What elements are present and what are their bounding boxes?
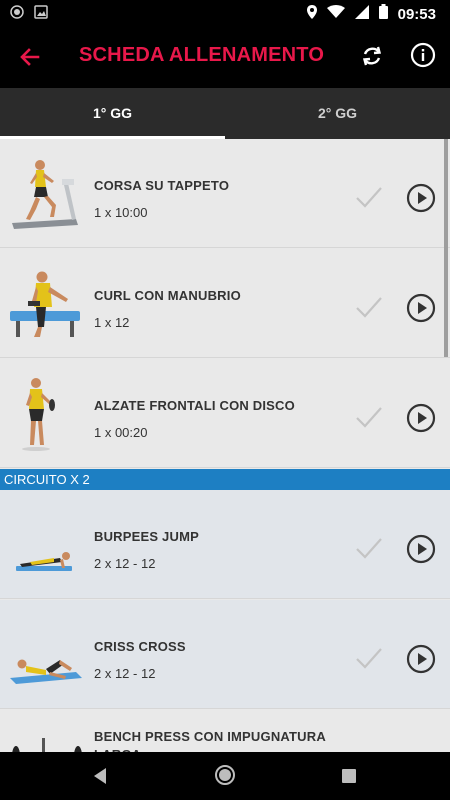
- check-icon[interactable]: [355, 646, 383, 670]
- criss-cross-illustration-icon: [6, 614, 86, 694]
- app-bar: SCHEDA ALLENAMENTO: [0, 26, 450, 88]
- exercise-row[interactable]: BURPEES JUMP 2 x 12 - 12: [0, 490, 450, 599]
- exercise-row[interactable]: BENCH PRESS CON IMPUGNATURA LARGA: [0, 710, 450, 752]
- exercise-row[interactable]: ALZATE FRONTALI CON DISCO 1 x 00:20: [0, 359, 450, 468]
- signal-icon: [354, 4, 369, 24]
- play-icon[interactable]: [406, 644, 436, 674]
- play-icon[interactable]: [406, 293, 436, 323]
- day-tabs: 1° GG 2° GG: [0, 88, 450, 139]
- exercise-sets: 2 x 12 - 12: [94, 556, 156, 571]
- check-icon[interactable]: [355, 405, 383, 429]
- page-title: SCHEDA ALLENAMENTO: [79, 44, 325, 66]
- tab-day-2[interactable]: 2° GG: [225, 88, 450, 139]
- bench-press-illustration-icon: [6, 724, 86, 752]
- status-bar: 09:53: [0, 0, 450, 26]
- exercise-name: CURL CON MANUBRIO: [94, 288, 241, 303]
- exercise-row[interactable]: CORSA SU TAPPETO 1 x 10:00: [0, 139, 450, 248]
- exercise-sets: 1 x 00:20: [94, 425, 148, 440]
- nav-home-icon[interactable]: [214, 764, 236, 791]
- burpee-illustration-icon: [6, 504, 86, 584]
- exercise-name: BENCH PRESS CON IMPUGNATURA LARGA: [94, 729, 326, 752]
- nav-recent-apps-icon[interactable]: [342, 769, 356, 788]
- refresh-icon[interactable]: [358, 42, 386, 70]
- dumbbell-curl-illustration-icon: [6, 263, 86, 343]
- exercise-name: CORSA SU TAPPETO: [94, 178, 230, 193]
- info-icon[interactable]: [410, 42, 436, 68]
- play-icon[interactable]: [406, 534, 436, 564]
- nav-back-icon[interactable]: [92, 767, 108, 790]
- exercise-sets: 2 x 12 - 12: [94, 666, 156, 681]
- exercise-list[interactable]: CORSA SU TAPPETO 1 x 10:00 CURL CON MANU…: [0, 139, 450, 752]
- exercise-name: BURPEES JUMP: [94, 529, 199, 544]
- location-icon: [306, 4, 317, 24]
- check-icon[interactable]: [355, 536, 383, 560]
- check-icon[interactable]: [355, 185, 383, 209]
- plate-front-raise-illustration-icon: [6, 373, 86, 453]
- exercise-name: ALZATE FRONTALI CON DISCO: [94, 398, 295, 413]
- system-nav-bar: [0, 752, 450, 800]
- image-notification-icon: [34, 5, 48, 24]
- wifi-icon: [326, 4, 345, 24]
- treadmill-illustration-icon: [6, 153, 86, 233]
- exercise-row[interactable]: CRISS CROSS 2 x 12 - 12: [0, 600, 450, 709]
- status-time: 09:53: [397, 5, 436, 23]
- battery-icon: [378, 4, 388, 24]
- exercise-name: CRISS CROSS: [94, 639, 186, 654]
- play-icon[interactable]: [406, 403, 436, 433]
- notification-circle-icon: [10, 5, 24, 24]
- tab-day-1[interactable]: 1° GG: [0, 88, 225, 139]
- scrollbar[interactable]: [444, 139, 448, 357]
- play-icon[interactable]: [406, 183, 436, 213]
- back-arrow-icon[interactable]: [16, 43, 44, 71]
- circuit-header: CIRCUITO X 2: [0, 469, 450, 490]
- check-icon[interactable]: [355, 295, 383, 319]
- exercise-row[interactable]: CURL CON MANUBRIO 1 x 12: [0, 249, 450, 358]
- exercise-sets: 1 x 10:00: [94, 205, 148, 220]
- exercise-sets: 1 x 12: [94, 315, 130, 330]
